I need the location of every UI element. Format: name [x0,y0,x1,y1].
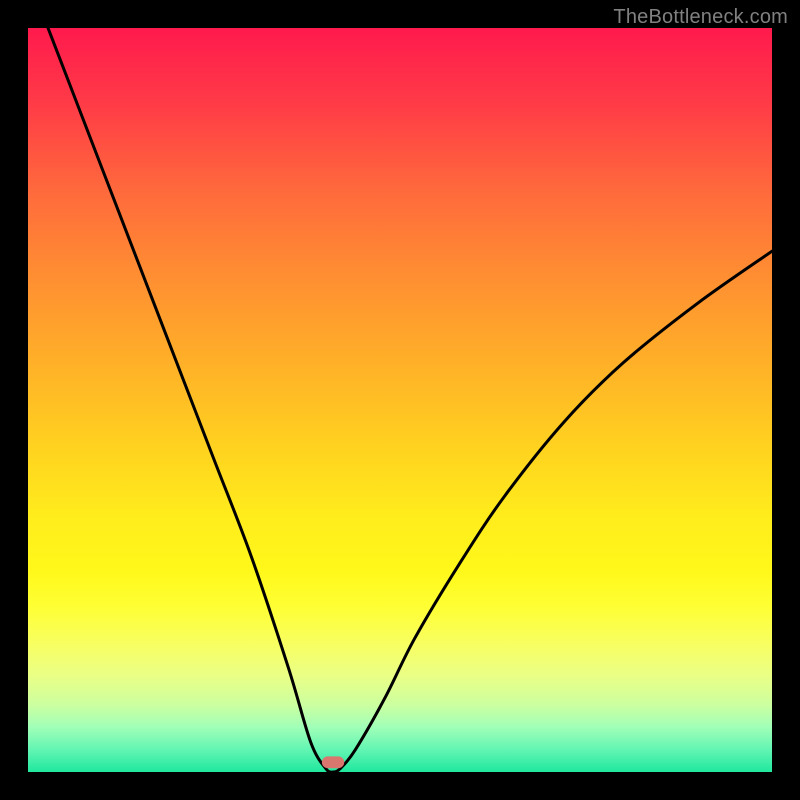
chart-frame: TheBottleneck.com [0,0,800,800]
watermark-text: TheBottleneck.com [613,6,788,29]
plot-area [28,28,772,772]
optimal-marker [28,28,772,772]
